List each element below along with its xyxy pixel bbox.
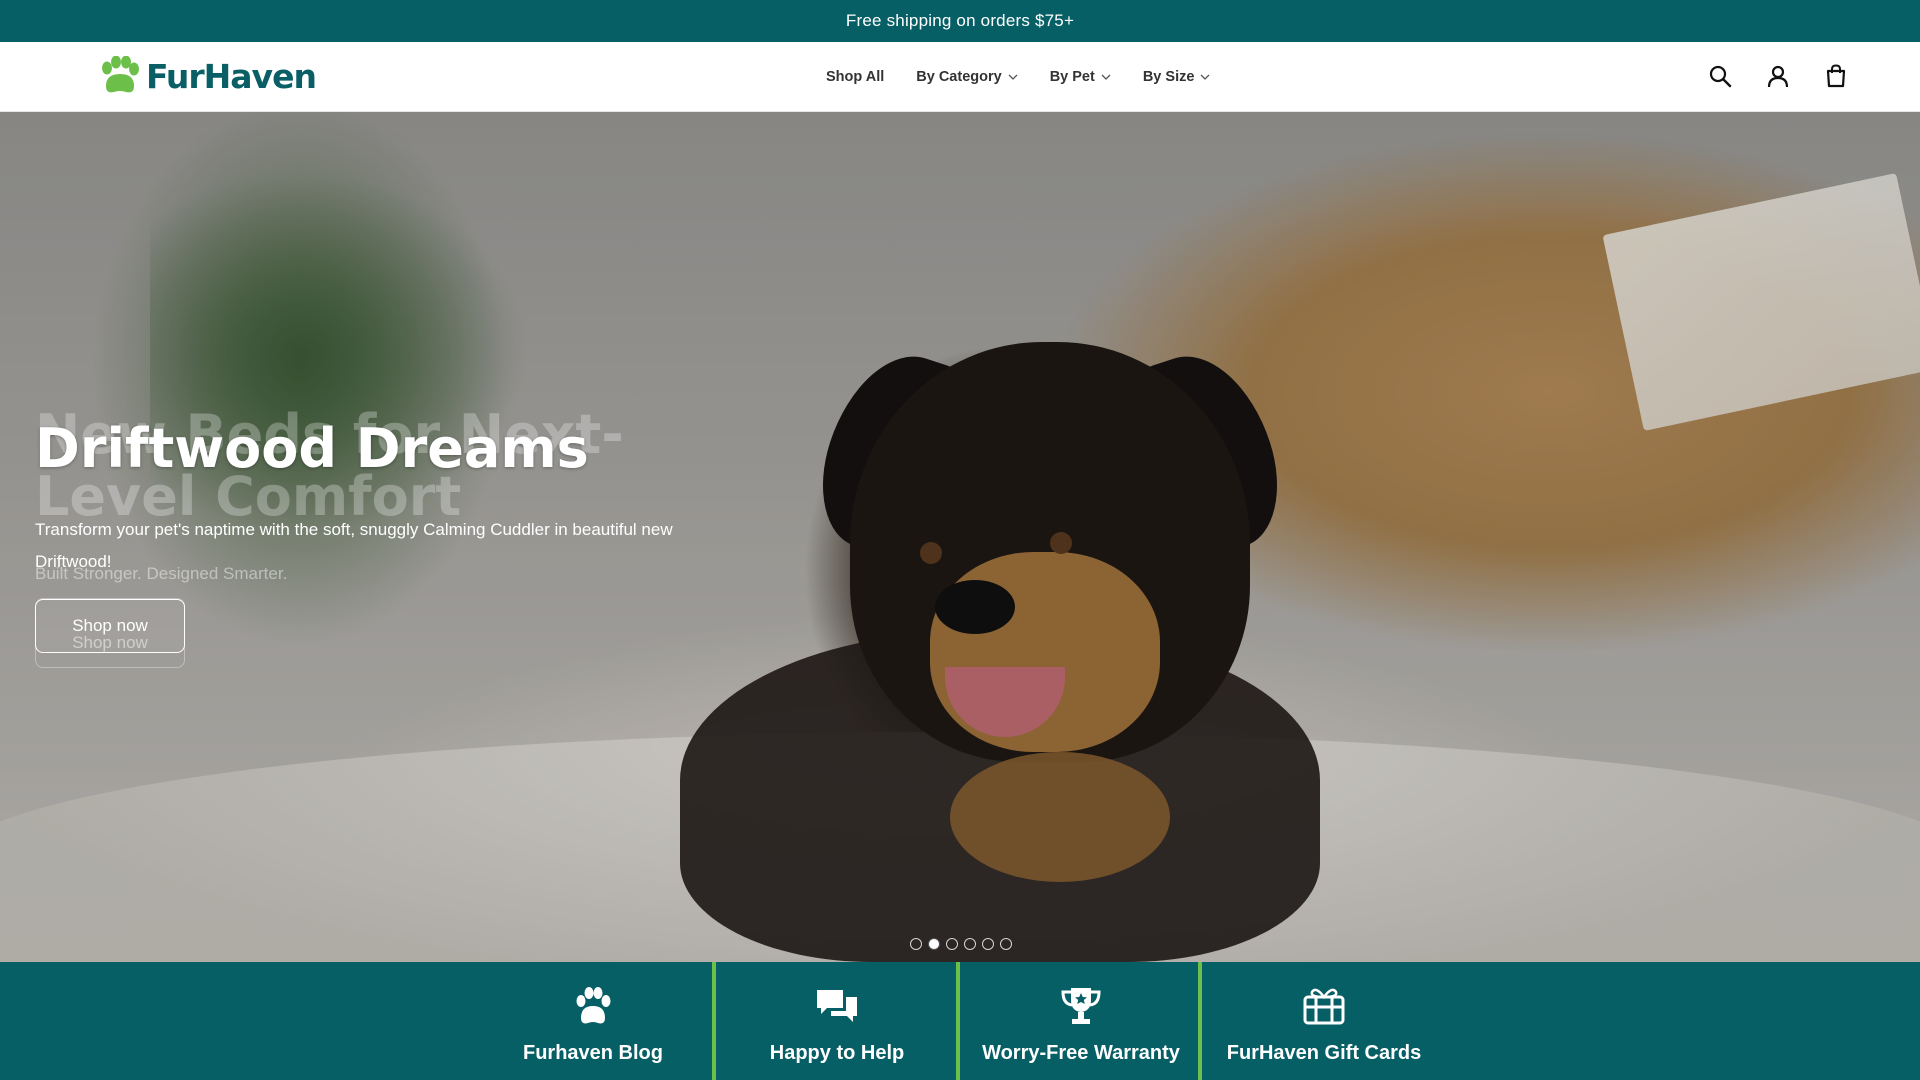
- feature-blog[interactable]: Furhaven Blog: [472, 962, 714, 1080]
- site-header: FurHaven Shop All By Category By Pet By …: [0, 42, 1920, 112]
- gift-icon: [1303, 988, 1345, 1025]
- nav-label: By Size: [1142, 69, 1195, 85]
- feature-bar: Furhaven Blog Happy to Help Worry-Free W…: [0, 962, 1920, 1080]
- feature-label: Furhaven Blog: [522, 1042, 663, 1064]
- nav-by-pet[interactable]: By Pet: [1050, 69, 1111, 85]
- feature-label: FurHaven Gift Cards: [1226, 1042, 1422, 1064]
- nav-label: By Category: [916, 69, 1002, 85]
- furhaven-logo[interactable]: FurHaven: [98, 56, 317, 96]
- nav-by-size[interactable]: By Size: [1143, 69, 1211, 85]
- carousel-dot-2[interactable]: [928, 938, 940, 950]
- feature-help[interactable]: Happy to Help: [716, 962, 958, 1080]
- search-icon[interactable]: [1708, 64, 1732, 88]
- trophy-icon: [1061, 988, 1101, 1024]
- nav-by-category[interactable]: By Category: [916, 69, 1018, 85]
- main-nav: Shop All By Category By Pet By Size: [826, 42, 1210, 112]
- hero-title: Driftwood Dreams: [35, 417, 589, 480]
- carousel-dot-5[interactable]: [982, 938, 994, 950]
- feature-gift-cards[interactable]: FurHaven Gift Cards: [1202, 962, 1446, 1080]
- feature-label: Worry-Free Warranty: [982, 1042, 1180, 1064]
- nav-label: By Pet: [1049, 69, 1095, 85]
- account-icon[interactable]: [1766, 64, 1790, 88]
- carousel-dots: [910, 938, 1012, 950]
- chevron-down-icon: [1101, 74, 1111, 80]
- paw-logo-icon: [102, 56, 139, 93]
- nav-label: Shop All: [826, 69, 885, 85]
- shop-now-button[interactable]: Shop now: [35, 599, 185, 653]
- carousel-dot-3[interactable]: [946, 938, 958, 950]
- paw-icon: [576, 987, 611, 1024]
- chevron-down-icon: [1008, 74, 1018, 80]
- carousel-dot-4[interactable]: [964, 938, 976, 950]
- chat-bubbles-icon: [817, 990, 857, 1022]
- hero-banner: New Beds for Next-Level Comfort Driftwoo…: [0, 112, 1920, 962]
- chevron-down-icon: [1200, 74, 1210, 80]
- announcement-text: Free shipping on orders $75+: [845, 11, 1075, 30]
- feature-label: Happy to Help: [769, 1042, 905, 1064]
- nav-shop-all[interactable]: Shop All: [826, 69, 884, 85]
- cart-icon[interactable]: [1824, 64, 1848, 88]
- carousel-dot-1[interactable]: [910, 938, 922, 950]
- header-actions: [1708, 64, 1848, 88]
- hero-ghost-subtitle: Built Stronger. Designed Smarter.: [35, 564, 288, 583]
- feature-warranty[interactable]: Worry-Free Warranty: [960, 962, 1202, 1080]
- logo-wordmark: FurHaven: [146, 56, 317, 96]
- carousel-dot-6[interactable]: [1000, 938, 1012, 950]
- announcement-bar: Free shipping on orders $75+: [0, 0, 1920, 42]
